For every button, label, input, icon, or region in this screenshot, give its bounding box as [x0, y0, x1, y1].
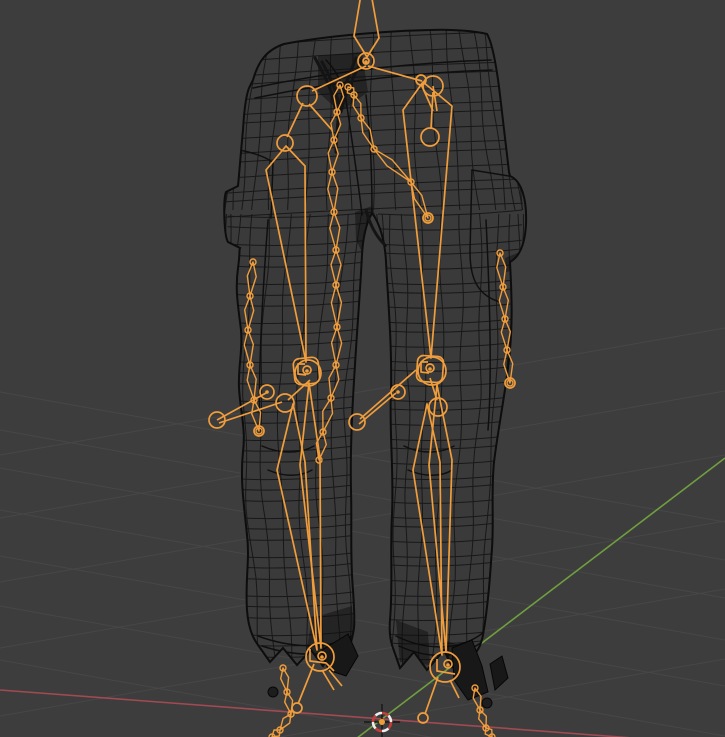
- scene-root: [0, 0, 725, 737]
- bone-head-dot: [305, 369, 309, 373]
- bone-head-dot: [396, 390, 400, 394]
- mesh-sphere: [267, 686, 279, 698]
- bone-head-dot: [265, 390, 269, 394]
- viewport-3d[interactable]: [0, 0, 725, 737]
- mesh-sphere: [481, 697, 493, 709]
- bone-head-dot: [446, 663, 450, 667]
- bone-head-dot: [320, 655, 324, 659]
- cursor-center-dot: [379, 719, 385, 725]
- scene-svg: [0, 0, 725, 737]
- bone-head-dot: [364, 60, 368, 64]
- bone-head-dot: [428, 367, 432, 371]
